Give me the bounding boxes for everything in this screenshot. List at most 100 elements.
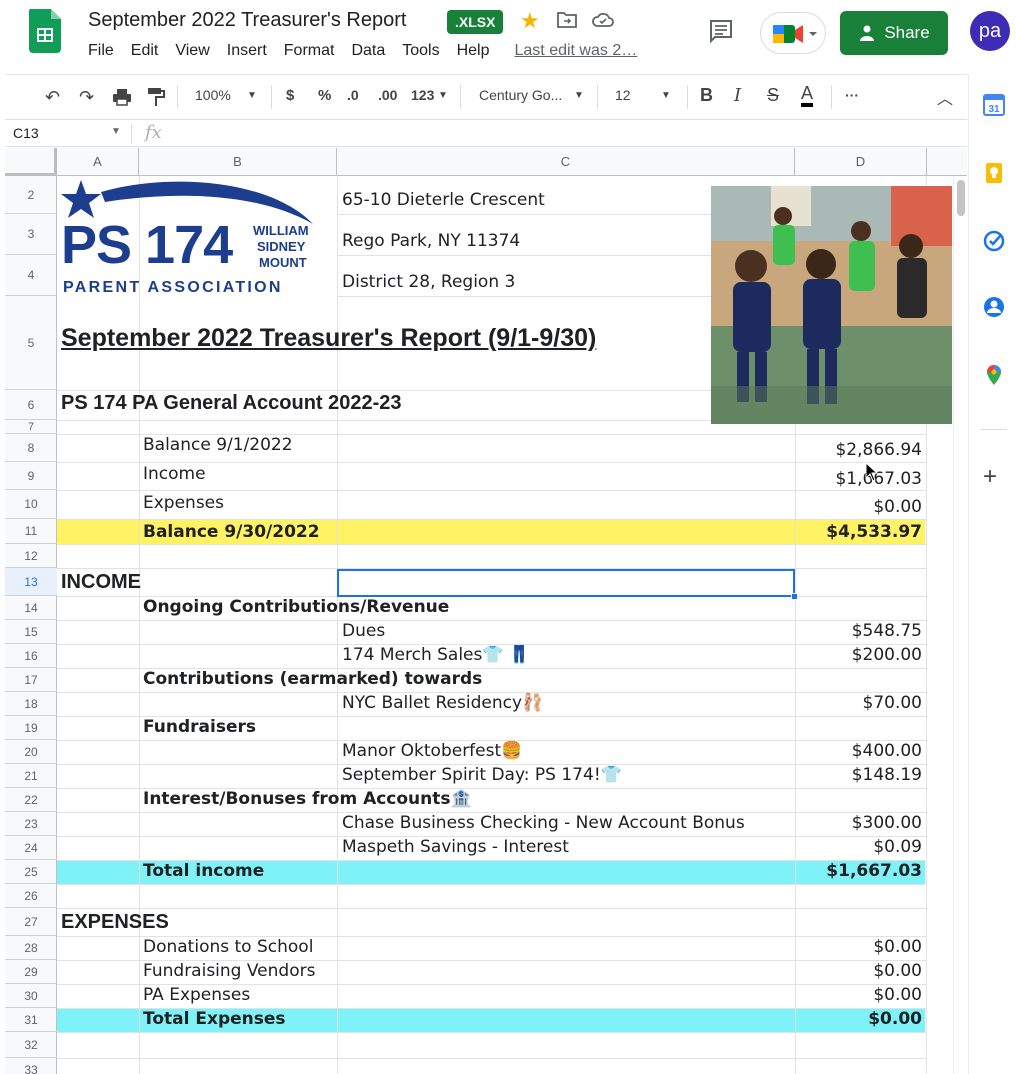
column-header-a[interactable]: A bbox=[57, 148, 139, 176]
paint-format-icon[interactable] bbox=[147, 87, 165, 107]
address-line2[interactable]: Rego Park, NY 11374 bbox=[342, 231, 520, 251]
percent-format-button[interactable]: % bbox=[318, 87, 331, 104]
menu-tools[interactable]: Tools bbox=[402, 42, 439, 64]
merch-sales-label[interactable]: 174 Merch Sales👕 👖 bbox=[342, 645, 530, 665]
students-photo[interactable] bbox=[711, 186, 952, 424]
currency-format-button[interactable]: $ bbox=[286, 87, 294, 104]
row-header[interactable]: 7 bbox=[5, 420, 57, 434]
maps-icon[interactable] bbox=[983, 364, 1005, 386]
row-header[interactable]: 2 bbox=[5, 176, 57, 214]
menu-view[interactable]: View bbox=[175, 42, 209, 64]
dues-amount[interactable]: $548.75 bbox=[795, 621, 922, 641]
row-header[interactable]: 8 bbox=[5, 434, 57, 462]
document-title[interactable]: September 2022 Treasurer's Report bbox=[88, 9, 406, 32]
dues-label[interactable]: Dues bbox=[342, 621, 385, 641]
oktoberfest-label[interactable]: Manor Oktoberfest🍔 bbox=[342, 741, 522, 761]
move-folder-icon[interactable] bbox=[556, 10, 578, 30]
meet-button[interactable] bbox=[760, 12, 826, 54]
row-header[interactable]: 20 bbox=[5, 740, 57, 764]
row-header[interactable]: 17 bbox=[5, 668, 57, 692]
chase-bonus-amount[interactable]: $300.00 bbox=[795, 813, 922, 833]
row-header[interactable]: 19 bbox=[5, 716, 57, 740]
row-header[interactable]: 21 bbox=[5, 764, 57, 788]
column-header-c[interactable]: C bbox=[337, 148, 795, 176]
fundraising-vendors-amount[interactable]: $0.00 bbox=[795, 961, 922, 981]
income-header[interactable]: INCOME bbox=[61, 571, 141, 594]
contacts-icon[interactable] bbox=[983, 296, 1005, 318]
more-formats-chevron-icon[interactable]: ▼ bbox=[438, 90, 448, 101]
balance-start-label[interactable]: Balance 9/1/2022 bbox=[143, 435, 293, 455]
vertical-scrollbar[interactable] bbox=[953, 176, 967, 1074]
italic-button[interactable]: I bbox=[734, 85, 741, 106]
row-header[interactable]: 15 bbox=[5, 620, 57, 644]
scrollbar-thumb[interactable] bbox=[957, 180, 965, 216]
undo-icon[interactable]: ↶ bbox=[45, 87, 60, 108]
merch-sales-amount[interactable]: $200.00 bbox=[795, 645, 922, 665]
selected-cell-c13[interactable] bbox=[337, 569, 795, 597]
name-box[interactable]: C13 bbox=[13, 125, 39, 141]
more-options-button[interactable]: ··· bbox=[845, 87, 859, 103]
row-header[interactable]: 26 bbox=[5, 884, 57, 908]
expenses-amount[interactable]: $0.00 bbox=[795, 497, 922, 517]
chase-bonus-label[interactable]: Chase Business Checking - New Account Bo… bbox=[342, 813, 745, 833]
row-header[interactable]: 4 bbox=[5, 255, 57, 296]
column-header-b[interactable]: B bbox=[139, 148, 337, 176]
total-income-label[interactable]: Total income bbox=[143, 861, 264, 881]
balance-start-amount[interactable]: $2,866.94 bbox=[795, 440, 922, 460]
last-edit-link[interactable]: Last edit was 2… bbox=[515, 42, 638, 64]
row-header[interactable]: 28 bbox=[5, 936, 57, 960]
pa-expenses-label[interactable]: PA Expenses bbox=[143, 985, 250, 1005]
ongoing-contributions-label[interactable]: Ongoing Contributions/Revenue bbox=[143, 597, 449, 617]
row-header[interactable]: 3 bbox=[5, 214, 57, 255]
font-size-select[interactable]: 12 bbox=[615, 87, 631, 103]
row-header[interactable]: 5 bbox=[5, 296, 57, 390]
keep-icon[interactable] bbox=[983, 162, 1005, 184]
donations-amount[interactable]: $0.00 bbox=[795, 937, 922, 957]
row-header[interactable]: 23 bbox=[5, 812, 57, 836]
address-line1[interactable]: 65-10 Dieterle Crescent bbox=[342, 190, 545, 210]
menu-help[interactable]: Help bbox=[457, 42, 490, 64]
zoom-chevron-icon[interactable]: ▼ bbox=[247, 90, 257, 101]
menu-insert[interactable]: Insert bbox=[227, 42, 267, 64]
row-header[interactable]: 30 bbox=[5, 984, 57, 1008]
comment-history-icon[interactable] bbox=[708, 18, 734, 44]
row-header[interactable]: 31 bbox=[5, 1008, 57, 1032]
account-title[interactable]: PS 174 PA General Account 2022-23 bbox=[61, 392, 402, 415]
increase-decimal-button[interactable]: .00 bbox=[378, 87, 397, 103]
menu-format[interactable]: Format bbox=[284, 42, 335, 64]
row-header[interactable]: 12 bbox=[5, 544, 57, 568]
bold-button[interactable]: B bbox=[700, 85, 713, 106]
column-header-d[interactable]: D bbox=[795, 148, 927, 176]
calendar-icon[interactable]: 31 bbox=[983, 94, 1005, 116]
ballet-residency-label[interactable]: NYC Ballet Residency🩰 bbox=[342, 693, 543, 713]
tasks-icon[interactable] bbox=[983, 230, 1005, 252]
fundraising-vendors-label[interactable]: Fundraising Vendors bbox=[143, 961, 315, 981]
select-all-corner[interactable] bbox=[5, 148, 57, 176]
oktoberfest-amount[interactable]: $400.00 bbox=[795, 741, 922, 761]
name-box-chevron-icon[interactable]: ▼ bbox=[111, 126, 121, 137]
row-header[interactable]: 33 bbox=[5, 1058, 57, 1074]
row-header[interactable]: 25 bbox=[5, 860, 57, 884]
income-label[interactable]: Income bbox=[143, 464, 206, 484]
cloud-status-icon[interactable] bbox=[591, 10, 615, 30]
address-line3[interactable]: District 28, Region 3 bbox=[342, 272, 515, 292]
balance-end-amount[interactable]: $4,533.97 bbox=[795, 522, 922, 542]
font-family-chevron-icon[interactable]: ▼ bbox=[574, 90, 584, 101]
expenses-label[interactable]: Expenses bbox=[143, 493, 224, 513]
row-header[interactable]: 11 bbox=[5, 519, 57, 544]
menu-file[interactable]: File bbox=[88, 42, 114, 64]
add-icon[interactable]: + bbox=[983, 465, 997, 489]
more-formats-button[interactable]: 123 bbox=[411, 87, 434, 103]
menu-data[interactable]: Data bbox=[351, 42, 385, 64]
font-family-select[interactable]: Century Go... bbox=[479, 87, 562, 103]
star-icon[interactable]: ★ bbox=[520, 8, 540, 34]
total-income-amount[interactable]: $1,667.03 bbox=[795, 861, 922, 881]
print-icon[interactable] bbox=[112, 88, 132, 106]
ballet-residency-amount[interactable]: $70.00 bbox=[795, 693, 922, 713]
collapse-toolbar-icon[interactable]: ︿ bbox=[937, 85, 953, 109]
donations-label[interactable]: Donations to School bbox=[143, 937, 313, 957]
row-header[interactable]: 9 bbox=[5, 462, 57, 490]
report-title[interactable]: September 2022 Treasurer's Report (9/1-9… bbox=[61, 324, 596, 353]
interest-bonuses-label[interactable]: Interest/Bonuses from Accounts🏦 bbox=[143, 789, 472, 809]
avatar[interactable]: pa bbox=[970, 11, 1010, 51]
